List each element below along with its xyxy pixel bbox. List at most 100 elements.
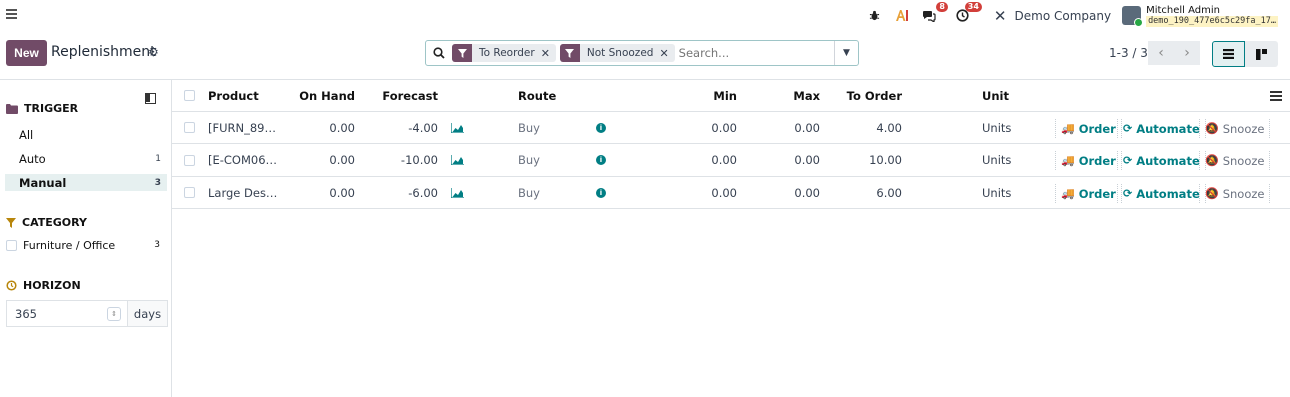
info-icon[interactable]: i — [596, 144, 606, 176]
order-button[interactable]: 🚚 Order — [1055, 119, 1122, 138]
sidebar-item-manual[interactable]: Manual 3 — [5, 174, 167, 191]
gear-icon[interactable]: ⚙ — [148, 45, 159, 59]
trigger-section-title: TRIGGER — [6, 102, 78, 115]
horizon-field: 365 ⇕ days — [6, 300, 168, 327]
bug-icon[interactable] — [864, 5, 886, 27]
sidebar-item-auto[interactable]: Auto 1 — [5, 150, 167, 167]
select-all-checkbox[interactable] — [184, 80, 195, 111]
company-switcher[interactable]: ✕ Demo Company — [994, 7, 1111, 25]
messages-icon[interactable]: 8 — [918, 1, 948, 27]
section-title-label: CATEGORY — [22, 216, 87, 229]
snooze-button[interactable]: 🔕 Snooze — [1199, 119, 1271, 138]
optional-columns-icon[interactable] — [1270, 91, 1282, 101]
activity-clock-icon[interactable]: 34 — [952, 1, 982, 27]
unit-cell: Units — [982, 153, 1012, 167]
search-icon[interactable] — [426, 47, 452, 59]
refresh-icon: ⟳ — [1123, 122, 1133, 135]
column-header-route[interactable]: Route — [518, 80, 556, 111]
info-icon[interactable]: i — [596, 112, 606, 143]
ai-icon[interactable] — [891, 5, 913, 27]
forecast-cell: -4.00 — [408, 120, 438, 135]
filter-icon — [452, 44, 472, 62]
column-header-to-order[interactable]: To Order — [832, 80, 902, 111]
product-cell[interactable]: [FURN_89… — [208, 112, 276, 143]
column-header-min[interactable]: Min — [692, 80, 737, 111]
route-cell[interactable]: Buy — [518, 177, 540, 208]
column-header-on-hand[interactable]: On Hand — [292, 80, 355, 111]
column-header-forecast[interactable]: Forecast — [372, 80, 438, 111]
automate-button[interactable]: ⟳ Automate — [1117, 184, 1206, 203]
section-title-label: TRIGGER — [24, 102, 79, 115]
truck-icon: 🚚 — [1061, 154, 1075, 167]
horizon-stepper[interactable]: ⇕ — [107, 306, 121, 321]
table-row[interactable]: Large Des… 0.00 -6.00 Buy i 0.00 0.00 6.… — [172, 177, 1290, 209]
chevron-down-icon[interactable]: ▼ — [834, 41, 858, 65]
order-button[interactable]: 🚚 Order — [1055, 184, 1122, 203]
sidebar-item-label: Auto — [19, 151, 46, 166]
automate-label: Automate — [1136, 186, 1200, 201]
min-cell: 0.00 — [711, 153, 737, 167]
automate-label: Automate — [1136, 121, 1200, 136]
pager-previous-button[interactable]: ‹ — [1148, 41, 1174, 65]
row-checkbox[interactable] — [184, 144, 195, 176]
filter-icon — [559, 44, 580, 62]
route-cell[interactable]: Buy — [518, 112, 540, 143]
snooze-button[interactable]: 🔕 Snooze — [1199, 151, 1271, 170]
to-order-cell: 10.00 — [869, 153, 902, 167]
pager-value[interactable]: 1-3 / 3 — [1109, 46, 1148, 60]
company-name: Demo Company — [1014, 8, 1112, 23]
facet-label: Not Snoozed — [586, 47, 654, 59]
table-row[interactable]: [FURN_89… 0.00 -4.00 Buy i 0.00 0.00 4.0… — [172, 112, 1290, 144]
filter-icon — [6, 217, 16, 228]
row-checkbox[interactable] — [184, 177, 195, 208]
menu-icon[interactable] — [6, 9, 17, 20]
order-button[interactable]: 🚚 Order — [1055, 151, 1122, 170]
max-cell: 0.00 — [794, 185, 820, 200]
product-cell[interactable]: Large Des… — [208, 177, 277, 208]
database-name: demo_190_477e6c5c29fa_17… — [1146, 15, 1278, 27]
automate-button[interactable]: ⟳ Automate — [1117, 151, 1206, 170]
row-checkbox[interactable] — [184, 112, 195, 143]
close-icon[interactable]: ✕ — [541, 47, 556, 60]
pager-next-button[interactable]: › — [1174, 41, 1200, 65]
horizon-value: 365 — [15, 306, 37, 321]
info-icon[interactable]: i — [596, 177, 606, 208]
column-header-max[interactable]: Max — [772, 80, 820, 111]
close-icon[interactable]: ✕ — [659, 47, 674, 60]
to-order-cell: 6.00 — [876, 185, 902, 200]
forecast-cell: -6.00 — [408, 185, 438, 200]
bell-slash-icon: 🔕 — [1205, 154, 1219, 167]
automate-button[interactable]: ⟳ Automate — [1117, 119, 1206, 138]
forecast-chart-icon[interactable] — [451, 177, 464, 208]
category-item-furniture-office[interactable]: Furniture / Office 3 — [6, 237, 166, 253]
min-cell: 0.00 — [711, 120, 737, 135]
sidebar-item-label: All — [19, 127, 34, 142]
refresh-icon: ⟳ — [1123, 187, 1133, 200]
user-menu[interactable]: Mitchell Admin demo_190_477e6c5c29fa_17… — [1122, 5, 1278, 27]
table-row[interactable]: [E-COM06… 0.00 -10.00 Buy i 0.00 0.00 10… — [172, 144, 1290, 177]
bell-slash-icon: 🔕 — [1205, 187, 1219, 200]
list-view-button[interactable] — [1212, 41, 1245, 67]
column-header-unit[interactable]: Unit — [982, 80, 1009, 111]
forecast-chart-icon[interactable] — [451, 144, 464, 176]
forecast-chart-icon[interactable] — [451, 112, 464, 143]
sidebar-item-all[interactable]: All — [5, 126, 167, 143]
order-label: Order — [1078, 153, 1116, 168]
kanban-view-button[interactable] — [1245, 41, 1278, 67]
horizon-input[interactable]: 365 ⇕ — [7, 301, 128, 326]
snooze-label: Snooze — [1222, 121, 1265, 136]
column-header-product[interactable]: Product — [208, 80, 259, 111]
new-button[interactable]: New — [6, 40, 47, 66]
category-checkbox[interactable] — [6, 239, 17, 251]
snooze-label: Snooze — [1222, 186, 1265, 201]
category-label: Furniture / Office — [23, 238, 116, 252]
search-input[interactable] — [678, 43, 834, 63]
snooze-label: Snooze — [1222, 153, 1265, 168]
route-cell[interactable]: Buy — [518, 144, 540, 176]
product-cell[interactable]: [E-COM06… — [208, 144, 277, 176]
snooze-button[interactable]: 🔕 Snooze — [1199, 184, 1271, 203]
section-title-label: HORIZON — [23, 279, 81, 292]
top-navbar: 8 34 ✕ Demo Company Mitchell Admin demo_… — [0, 0, 1290, 31]
avatar — [1122, 6, 1144, 27]
sidebar-collapse-icon[interactable] — [145, 93, 156, 104]
